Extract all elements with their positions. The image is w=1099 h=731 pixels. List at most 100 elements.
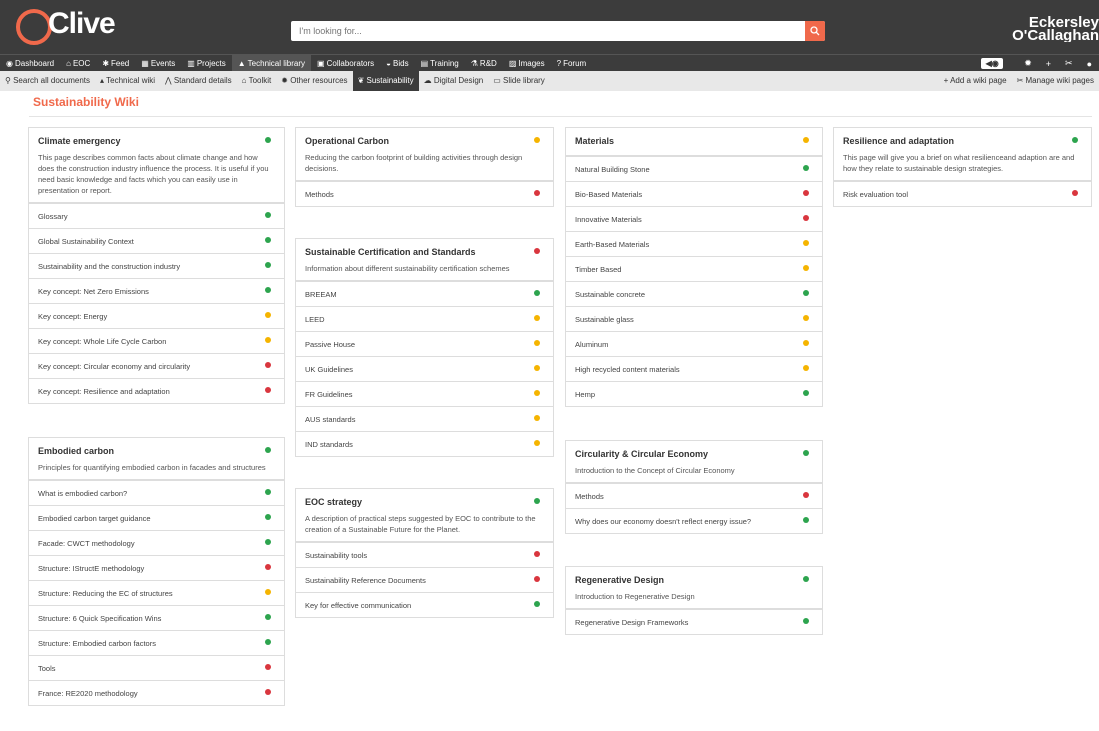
card-title[interactable]: Regenerative Design <box>575 575 813 585</box>
tab-digital-design[interactable]: ☁ Digital Design <box>419 71 489 91</box>
card-header: Sustainable Certification and Standards I… <box>296 239 553 281</box>
card-title[interactable]: Materials <box>575 136 813 146</box>
tab-standard-details[interactable]: ⋀ Standard details <box>160 71 237 91</box>
card-title[interactable]: Climate emergency <box>38 136 275 146</box>
wiki-link-row[interactable]: Hemp <box>566 381 822 406</box>
nav-bids[interactable]: ◒ Bids <box>380 55 414 72</box>
wiki-link-row[interactable]: Key for effective communication <box>296 592 553 617</box>
wiki-link-row[interactable]: Aluminum <box>566 331 822 356</box>
toolbox-icon: ⌂ <box>241 76 249 85</box>
wiki-link-row[interactable]: Facade: CWCT methodology <box>29 530 284 555</box>
gear-icon[interactable]: ✹ <box>1024 58 1032 69</box>
card-header: Climate emergency This page describes com… <box>29 128 284 203</box>
wiki-link-row[interactable]: Structure: Reducing the EC of structures <box>29 580 284 605</box>
tools-icon[interactable]: ✂ <box>1065 58 1073 69</box>
tab-technical-wiki[interactable]: ▴ Technical wiki <box>95 71 160 91</box>
wiki-link-label: Timber Based <box>575 265 622 274</box>
wiki-link-row[interactable]: Key concept: Resilience and adaptation <box>29 378 284 403</box>
wiki-link-row[interactable]: What is embodied carbon? <box>29 480 284 505</box>
wiki-link-row[interactable]: Sustainability Reference Documents <box>296 567 553 592</box>
wiki-link-row[interactable]: Global Sustainability Context <box>29 228 284 253</box>
nav-collaborators[interactable]: ▣ Collaborators <box>311 55 380 72</box>
wiki-link-row[interactable]: Key concept: Circular economy and circul… <box>29 353 284 378</box>
status-dot <box>803 450 809 456</box>
nav-images[interactable]: ▨ Images <box>503 55 551 72</box>
clive-logo[interactable]: Clive <box>16 7 116 47</box>
wiki-link-row[interactable]: FR Guidelines <box>296 381 553 406</box>
status-dot <box>534 190 540 196</box>
add-wiki-page-button[interactable]: + Add a wiki page <box>939 71 1012 91</box>
nav-label: Technical library <box>247 58 306 68</box>
wiki-link-row[interactable]: LEED <box>296 306 553 331</box>
wiki-link-row[interactable]: Bio-Based Materials <box>566 181 822 206</box>
wiki-link-row[interactable]: Embodied carbon target guidance <box>29 505 284 530</box>
nav-training[interactable]: ▤ Training <box>415 55 465 72</box>
card-title[interactable]: Operational Carbon <box>305 136 544 146</box>
search-input[interactable] <box>291 21 791 41</box>
wiki-link-row[interactable]: Glossary <box>29 203 284 228</box>
card-title[interactable]: Embodied carbon <box>38 446 275 456</box>
wiki-link-row[interactable]: Structure: 6 Quick Specification Wins <box>29 605 284 630</box>
wiki-link-row[interactable]: High recycled content materials <box>566 356 822 381</box>
wiki-link-row[interactable]: Natural Building Stone <box>566 156 822 181</box>
card-title[interactable]: Resilience and adaptation <box>843 136 1082 146</box>
status-dot <box>803 340 809 346</box>
wiki-link-label: LEED <box>305 315 325 324</box>
wiki-link-row[interactable]: Sustainable glass <box>566 306 822 331</box>
card-title[interactable]: Circularity & Circular Economy <box>575 449 813 459</box>
nav-eoc[interactable]: ⌂ EOC <box>60 55 96 72</box>
wiki-link-row[interactable]: Key concept: Energy <box>29 303 284 328</box>
status-dot <box>265 337 271 343</box>
wiki-link-row[interactable]: Earth-Based Materials <box>566 231 822 256</box>
wiki-link-row[interactable]: Passive House <box>296 331 553 356</box>
wiki-link-row[interactable]: Key concept: Net Zero Emissions <box>29 278 284 303</box>
tab-search-all[interactable]: ⚲ Search all documents <box>0 71 95 91</box>
wiki-link-row[interactable]: BREEAM <box>296 281 553 306</box>
wiki-link-row[interactable]: Risk evaluation tool <box>834 181 1091 206</box>
wiki-link-label: Innovative Materials <box>575 215 642 224</box>
wiki-link-row[interactable]: Key concept: Whole Life Cycle Carbon <box>29 328 284 353</box>
status-dot <box>803 165 809 171</box>
wiki-link-row[interactable]: Structure: Embodied carbon factors <box>29 630 284 655</box>
wiki-link-row[interactable]: Why does our economy doesn't reflect ene… <box>566 508 822 533</box>
wiki-link-row[interactable]: Sustainability and the construction indu… <box>29 253 284 278</box>
wiki-link-row[interactable]: Timber Based <box>566 256 822 281</box>
nav-dashboard[interactable]: ◉ Dashboard <box>0 55 60 72</box>
wiki-link-label: Why does our economy doesn't reflect ene… <box>575 517 752 526</box>
tab-sustainability[interactable]: ❦ Sustainability <box>352 71 419 91</box>
search-button[interactable] <box>805 21 825 41</box>
wiki-link-label: Regenerative Design Frameworks <box>575 618 689 627</box>
wiki-link-row[interactable]: Methods <box>296 181 553 206</box>
user-icon[interactable]: ● <box>1087 59 1092 69</box>
nav-projects[interactable]: ▥ Projects <box>181 55 231 72</box>
card-description: This page describes common facts about c… <box>38 153 269 195</box>
wiki-link-row[interactable]: France: RE2020 methodology <box>29 680 284 705</box>
wiki-link-row[interactable]: UK Guidelines <box>296 356 553 381</box>
wiki-link-row[interactable]: Sustainability tools <box>296 542 553 567</box>
wiki-link-row[interactable]: IND standards <box>296 431 553 456</box>
wiki-link-row[interactable]: AUS standards <box>296 406 553 431</box>
nav-forum[interactable]: ? Forum <box>551 55 593 72</box>
nav-technical-library[interactable]: ▲ Technical library <box>231 54 312 72</box>
card-title[interactable]: Sustainable Certification and Standards <box>305 247 544 257</box>
view-toggle[interactable]: ◀◉ <box>981 58 1004 69</box>
wiki-link-row[interactable]: Tools <box>29 655 284 680</box>
wiki-link-row[interactable]: Innovative Materials <box>566 206 822 231</box>
tab-slide-library[interactable]: ▭ Slide library <box>488 71 550 91</box>
building-icon: ▥ <box>187 58 195 68</box>
card-title[interactable]: EOC strategy <box>305 497 544 507</box>
nav-events[interactable]: ▦ Events <box>135 55 181 72</box>
tab-other-resources[interactable]: ✹ Other resources <box>276 71 352 91</box>
wiki-link-label: Tools <box>38 664 56 673</box>
subnav-actions: + Add a wiki page ✂ Manage wiki pages <box>939 71 1099 91</box>
plus-icon[interactable]: + <box>1046 59 1051 69</box>
wiki-link-row[interactable]: Regenerative Design Frameworks <box>566 609 822 634</box>
wiki-link-row[interactable]: Methods <box>566 483 822 508</box>
card-header: Regenerative Design Introduction to Regen… <box>566 567 822 609</box>
manage-wiki-pages-button[interactable]: ✂ Manage wiki pages <box>1012 71 1099 91</box>
tab-toolkit[interactable]: ⌂ Toolkit <box>237 71 277 91</box>
nav-feed[interactable]: ✱ Feed <box>96 55 135 72</box>
wiki-link-row[interactable]: Sustainable concrete <box>566 281 822 306</box>
nav-rnd[interactable]: ⚗ R&D <box>465 55 503 72</box>
wiki-link-row[interactable]: Structure: IStructE methodology <box>29 555 284 580</box>
